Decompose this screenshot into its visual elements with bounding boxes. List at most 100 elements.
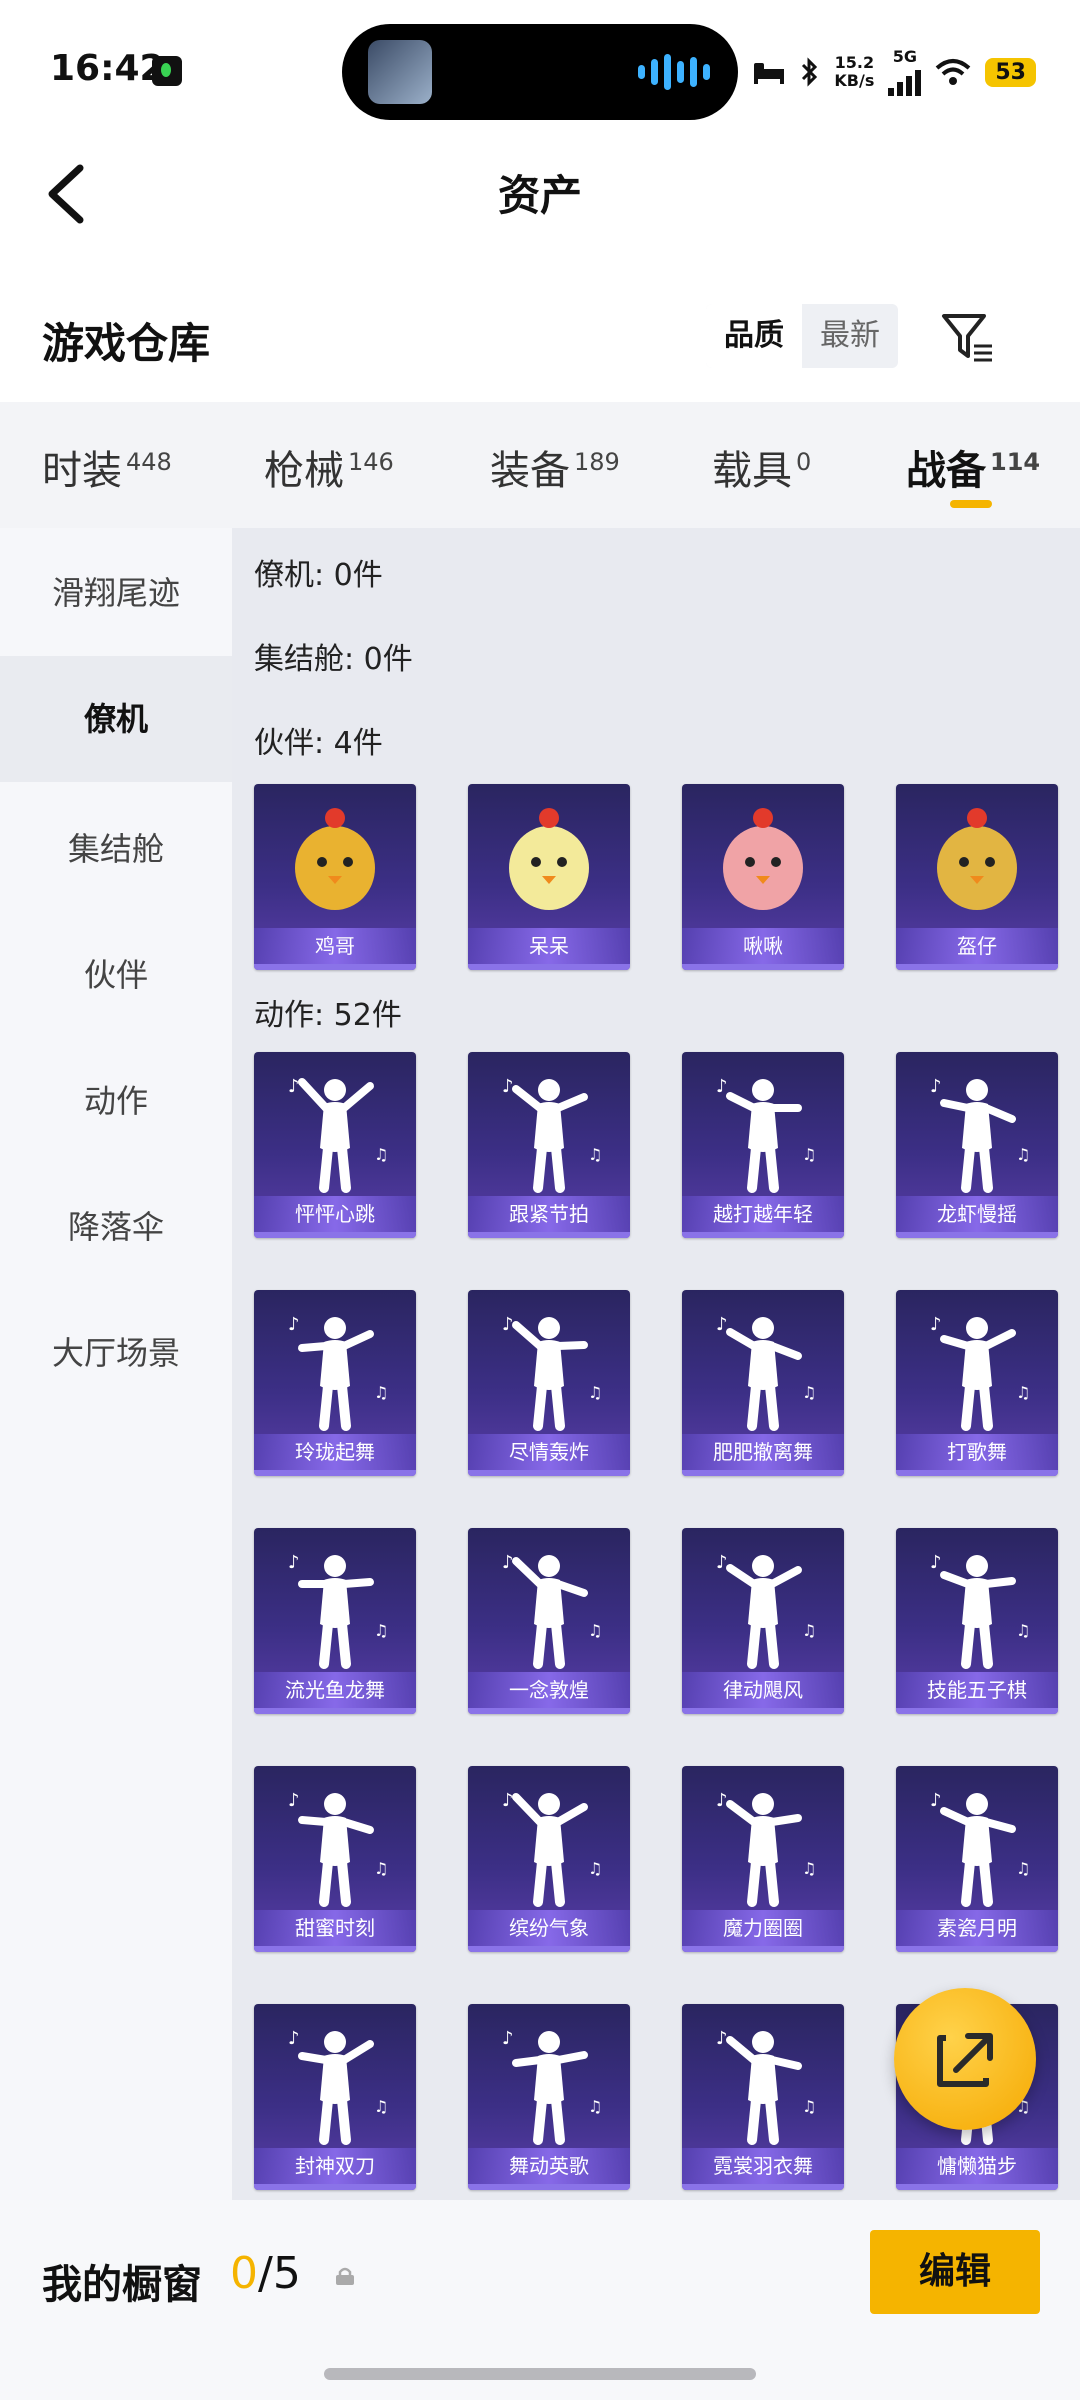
- item-list[interactable]: 僚机: 0件 集结舱: 0件 伙伴: 4件 动作: 52件 鸡哥 呆呆 啾啾 盔仔 ♪…: [232, 528, 1080, 2200]
- sidebar-item-partner[interactable]: 伙伴: [0, 950, 232, 1000]
- action-card[interactable]: ♪ ♫ 打歌舞: [896, 1290, 1058, 1476]
- bluetooth-icon: [802, 57, 818, 87]
- action-name: 打歌舞: [896, 1434, 1058, 1470]
- edit-button[interactable]: 编辑: [870, 2230, 1040, 2314]
- svg-text:♫: ♫: [588, 1859, 602, 1878]
- dance-figure-icon: ♪♫: [682, 1528, 844, 1672]
- filter-icon[interactable]: [940, 310, 996, 366]
- svg-text:♪: ♪: [930, 1552, 942, 1573]
- action-name: 越打越年轻: [682, 1196, 844, 1232]
- partner-card[interactable]: 鸡哥: [254, 784, 416, 970]
- sidebar-item-capsule[interactable]: 集结舱: [0, 824, 232, 874]
- svg-text:♪: ♪: [502, 1076, 514, 1097]
- action-card[interactable]: ♪ ♫ 玲珑起舞: [254, 1290, 416, 1476]
- sort-quality-button[interactable]: 品质: [706, 304, 802, 368]
- sidebar-item-parachute[interactable]: 降落伞: [0, 1202, 232, 1252]
- svg-text:♫: ♫: [588, 2097, 602, 2116]
- svg-text:♪: ♪: [288, 1076, 300, 1097]
- action-card[interactable]: ♪ ♫ 尽情轰炸: [468, 1290, 630, 1476]
- pet-figure-icon: [682, 784, 844, 928]
- action-card[interactable]: ♪ ♫ 流光鱼龙舞: [254, 1528, 416, 1714]
- svg-text:♪: ♪: [288, 2028, 300, 2049]
- page-title: 资产: [497, 171, 582, 220]
- svg-text:♫: ♫: [802, 1383, 816, 1402]
- action-name: 技能五子棋: [896, 1672, 1058, 1708]
- tab-fashion[interactable]: 时装 448: [42, 438, 172, 496]
- dance-figure-icon: ♪♫: [682, 1290, 844, 1434]
- partner-card[interactable]: 呆呆: [468, 784, 630, 970]
- sort-toggle: 品质 最新: [706, 304, 898, 368]
- sidebar-item-lobby-scene[interactable]: 大厅场景: [0, 1328, 232, 1378]
- active-tab-indicator: [950, 500, 992, 508]
- dance-figure-icon: ♪♫: [254, 2004, 416, 2148]
- tab-vehicles[interactable]: 载具 0: [712, 438, 811, 496]
- home-indicator[interactable]: [324, 2368, 756, 2380]
- action-name: 律动飓风: [682, 1672, 844, 1708]
- lock-icon: [336, 2267, 354, 2285]
- action-card[interactable]: ♪ ♫ 封神双刀: [254, 2004, 416, 2190]
- dance-figure-icon: ♪♫: [468, 1052, 630, 1196]
- card-base: [682, 1946, 844, 1952]
- sidebar-item-glide-trail[interactable]: 滑翔尾迹: [0, 568, 232, 618]
- capsule-header: 集结舱: 0件: [254, 642, 413, 677]
- svg-text:♫: ♫: [802, 2097, 816, 2116]
- action-card[interactable]: ♪ ♫ 素瓷月明: [896, 1766, 1058, 1952]
- card-base: [896, 964, 1058, 970]
- card-base: [468, 1708, 630, 1714]
- share-button[interactable]: [894, 1988, 1036, 2130]
- action-name: 龙虾慢摇: [896, 1196, 1058, 1232]
- sort-latest-button[interactable]: 最新: [802, 304, 898, 368]
- action-name: 封神双刀: [254, 2148, 416, 2184]
- action-card[interactable]: ♪ ♫ 肥肥撤离舞: [682, 1290, 844, 1476]
- sidebar-item-wingman[interactable]: 僚机: [0, 656, 232, 782]
- tab-equipment[interactable]: 装备 189: [490, 438, 620, 496]
- svg-text:♫: ♫: [802, 1621, 816, 1640]
- sidebar-item-action[interactable]: 动作: [0, 1076, 232, 1126]
- action-card[interactable]: ♪ ♫ 龙虾慢摇: [896, 1052, 1058, 1238]
- action-card[interactable]: ♪ ♫ 跟紧节拍: [468, 1052, 630, 1238]
- partner-card[interactable]: 盔仔: [896, 784, 1058, 970]
- svg-text:♪: ♪: [288, 1552, 300, 1573]
- page-header: 资产: [0, 140, 1080, 250]
- svg-text:♫: ♫: [374, 1383, 388, 1402]
- action-card[interactable]: ♪ ♫ 越打越年轻: [682, 1052, 844, 1238]
- tab-guns[interactable]: 枪械 146: [264, 438, 394, 496]
- wingman-header: 僚机: 0件: [254, 558, 383, 593]
- card-base: [682, 964, 844, 970]
- action-name: 跟紧节拍: [468, 1196, 630, 1232]
- showcase-label: 我的橱窗: [42, 2262, 202, 2308]
- action-card[interactable]: ♪ ♫ 技能五子棋: [896, 1528, 1058, 1714]
- action-card[interactable]: ♪ ♫ 一念敦煌: [468, 1528, 630, 1714]
- action-card[interactable]: ♪ ♫ 霓裳羽衣舞: [682, 2004, 844, 2190]
- action-name: 慵懒猫步: [896, 2148, 1058, 2184]
- action-card[interactable]: ♪ ♫ 舞动英歌: [468, 2004, 630, 2190]
- card-base: [682, 2184, 844, 2190]
- dance-figure-icon: ♪♫: [254, 1528, 416, 1672]
- action-header: 动作: 52件: [254, 998, 402, 1033]
- action-card[interactable]: ♪ ♫ 怦怦心跳: [254, 1052, 416, 1238]
- network-type: 5G: [888, 48, 922, 96]
- card-base: [682, 1708, 844, 1714]
- action-card[interactable]: ♪ ♫ 律动飓风: [682, 1528, 844, 1714]
- partner-card[interactable]: 啾啾: [682, 784, 844, 970]
- card-base: [468, 2184, 630, 2190]
- action-name: 肥肥撤离舞: [682, 1434, 844, 1470]
- dance-figure-icon: ♪♫: [682, 2004, 844, 2148]
- card-base: [254, 1232, 416, 1238]
- svg-text:♫: ♫: [588, 1621, 602, 1640]
- dynamic-island[interactable]: [342, 24, 738, 120]
- svg-text:♪: ♪: [502, 1552, 514, 1573]
- svg-text:♫: ♫: [588, 1145, 602, 1164]
- dance-figure-icon: ♪♫: [896, 1528, 1058, 1672]
- card-base: [254, 1946, 416, 1952]
- svg-text:♫: ♫: [802, 1145, 816, 1164]
- action-card[interactable]: ♪ ♫ 缤纷气象: [468, 1766, 630, 1952]
- svg-text:♫: ♫: [1016, 1621, 1030, 1640]
- tab-readiness[interactable]: 战备 114: [906, 438, 1040, 496]
- partner-name: 呆呆: [468, 928, 630, 964]
- card-base: [468, 1232, 630, 1238]
- svg-text:♫: ♫: [1016, 1383, 1030, 1402]
- partner-name: 盔仔: [896, 928, 1058, 964]
- action-card[interactable]: ♪ ♫ 甜蜜时刻: [254, 1766, 416, 1952]
- action-card[interactable]: ♪ ♫ 魔力圈圈: [682, 1766, 844, 1952]
